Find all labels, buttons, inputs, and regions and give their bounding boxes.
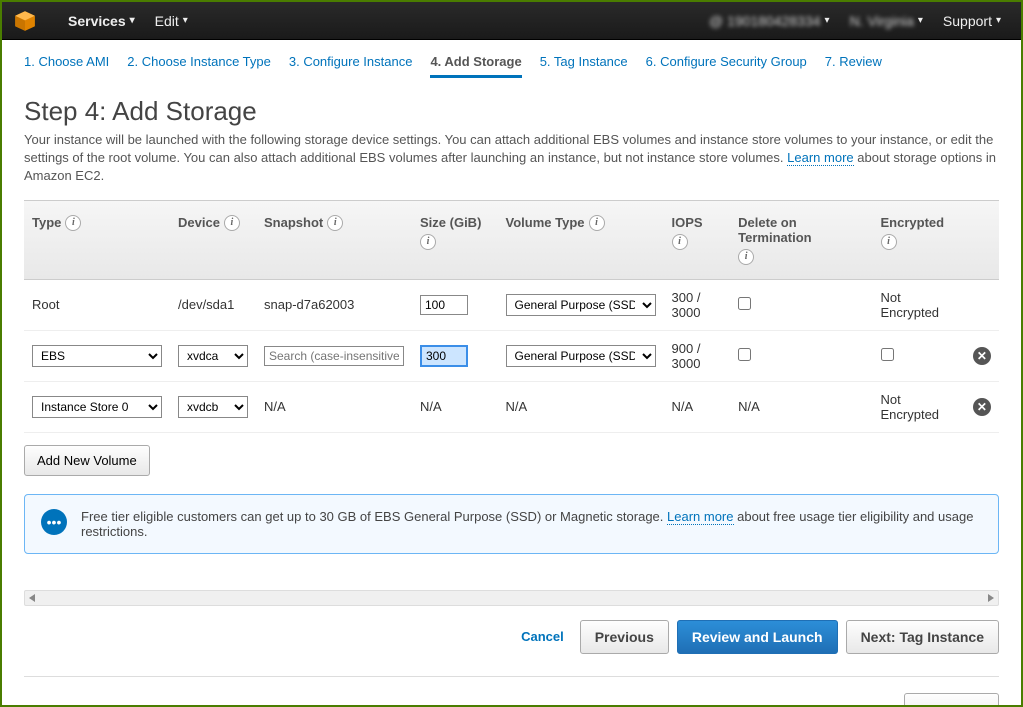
cell-size: N/A [412,381,498,432]
info-icon[interactable]: i [738,249,754,265]
size-input[interactable] [420,345,468,367]
type-select[interactable]: Instance Store 0 [32,396,162,418]
table-row: Root /dev/sda1 snap-d7a62003 General Pur… [24,279,999,330]
caret-down-icon: ▾ [918,15,923,26]
info-icon[interactable]: i [327,215,343,231]
device-select[interactable]: xvdca [178,345,248,367]
privacy-policy-link[interactable]: Privacy Policy [419,704,487,707]
banner-learn-more-link[interactable]: Learn more [667,509,733,525]
th-volume-type: Volume Type [506,215,585,230]
th-device: Device [178,215,220,230]
review-and-launch-button[interactable]: Review and Launch [677,620,838,654]
cell-type: Root [24,279,170,330]
horizontal-scrollbar[interactable] [24,590,999,606]
page-description: Your instance will be launched with the … [24,131,999,186]
type-select[interactable]: EBS [32,345,162,367]
account-menu[interactable]: @ 190180428334 ▾ [699,13,840,29]
previous-button[interactable]: Previous [580,620,669,654]
cell-iops: N/A [664,381,731,432]
aws-logo [12,8,38,34]
tab-review[interactable]: 7. Review [825,54,882,78]
th-encrypted: Encrypted [881,215,945,230]
cell-snapshot: snap-d7a62003 [256,279,412,330]
table-row: EBS xvdca General Purpose (SSD) 900 / 30… [24,330,999,381]
cell-encrypted: Not Encrypted [873,279,965,330]
cell-iops: 300 / 3000 [664,279,731,330]
info-icon[interactable]: i [420,234,436,250]
region-label: N. Virginia [850,13,914,29]
caret-down-icon: ▾ [825,15,830,26]
tab-choose-ami[interactable]: 1. Choose AMI [24,54,109,78]
tab-configure-instance[interactable]: 3. Configure Instance [289,54,413,78]
volume-type-select[interactable]: General Purpose (SSD) [506,345,656,367]
remove-row-button[interactable]: ✕ [973,347,991,365]
th-iops: IOPS [672,215,703,230]
tab-security-group[interactable]: 6. Configure Security Group [646,54,807,78]
terms-of-use-link[interactable]: Terms of Use [505,704,570,707]
next-button[interactable]: Next: Tag Instance [846,620,999,654]
page-title: Step 4: Add Storage [24,96,999,127]
snapshot-search-input[interactable] [264,346,404,366]
caret-down-icon: ▾ [130,15,135,26]
banner-text: Free tier eligible customers can get up … [81,509,982,539]
topbar: Services ▾ Edit ▾ @ 190180428334 ▾ N. Vi… [2,2,1021,40]
account-label: @ 190180428334 [709,13,821,29]
edit-menu[interactable]: Edit ▾ [145,13,198,29]
encrypted-checkbox[interactable] [881,348,894,361]
feedback-button[interactable]: Feedback [904,693,999,707]
services-menu[interactable]: Services ▾ [58,13,145,29]
th-delete: Delete on Termination [738,215,864,245]
support-menu[interactable]: Support ▾ [933,13,1011,29]
info-icon[interactable]: i [224,215,240,231]
info-icon[interactable]: i [881,234,897,250]
th-size: Size (GiB) [420,215,481,230]
region-menu[interactable]: N. Virginia ▾ [840,13,933,29]
tab-tag-instance[interactable]: 5. Tag Instance [540,54,628,78]
add-new-volume-button[interactable]: Add New Volume [24,445,150,476]
th-type: Type [32,215,61,230]
th-snapshot: Snapshot [264,215,323,230]
cell-iops: 900 / 3000 [664,330,731,381]
table-row: Instance Store 0 xvdcb N/A N/A N/A N/A N… [24,381,999,432]
services-label: Services [68,13,126,29]
support-label: Support [943,13,992,29]
caret-down-icon: ▾ [996,15,1001,26]
caret-down-icon: ▾ [183,15,188,26]
cell-volume-type: N/A [498,381,664,432]
content: Step 4: Add Storage Your instance will b… [2,86,1021,554]
volume-type-select[interactable]: General Purpose (SSD) [506,294,656,316]
delete-on-term-checkbox[interactable] [738,297,751,310]
cell-snapshot: N/A [256,381,412,432]
cell-encrypted: Not Encrypted [873,381,965,432]
cell-delete: N/A [730,381,872,432]
delete-on-term-checkbox[interactable] [738,348,751,361]
device-select[interactable]: xvdcb [178,396,248,418]
cancel-link[interactable]: Cancel [521,629,564,644]
tab-add-storage[interactable]: 4. Add Storage [430,54,521,78]
tab-choose-instance-type[interactable]: 2. Choose Instance Type [127,54,271,78]
wizard-tabs: 1. Choose AMI 2. Choose Instance Type 3.… [2,40,1021,86]
learn-more-link[interactable]: Learn more [787,150,853,166]
info-icon[interactable]: i [589,215,605,231]
info-bubble-icon: ••• [41,509,67,535]
info-icon[interactable]: i [65,215,81,231]
size-input[interactable] [420,295,468,315]
cell-device: /dev/sda1 [170,279,256,330]
remove-row-button[interactable]: ✕ [973,398,991,416]
edit-label: Edit [155,13,179,29]
info-icon[interactable]: i [672,234,688,250]
storage-table: Type i Device i Snapshot i Size (GiB) i … [24,200,999,433]
action-bar: Cancel Previous Review and Launch Next: … [2,606,1021,668]
free-tier-banner: ••• Free tier eligible customers can get… [24,494,999,554]
footer: © 2008 - 2014, Amazon Web Services, Inc.… [24,676,999,707]
copyright: © 2008 - 2014, Amazon Web Services, Inc.… [24,704,401,707]
